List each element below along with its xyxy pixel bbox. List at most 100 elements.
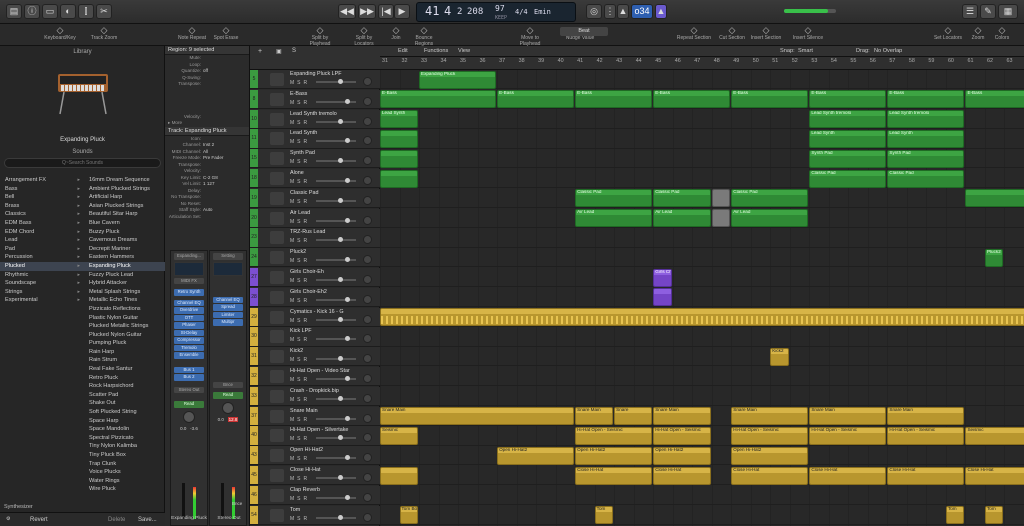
view-menu[interactable]: View — [458, 48, 470, 54]
patch-item[interactable]: Artificial Harp — [84, 193, 165, 202]
region[interactable] — [380, 129, 419, 148]
patch-item[interactable]: Rain Strum — [84, 356, 165, 365]
toolbar-icon[interactable]: ▭ — [42, 4, 58, 19]
plugin-slot[interactable]: Limiter — [213, 311, 243, 318]
track-lanes[interactable]: Expanding Pluck E-Bass E-Bass E-Bass E-Bass E… — [380, 70, 1024, 526]
patch-item[interactable]: Shake Out — [84, 399, 165, 408]
region[interactable]: Expanding Pluck — [419, 70, 497, 89]
nudge-value-select[interactable]: Beat — [560, 27, 608, 36]
mute-solo-record-buttons[interactable]: MSR — [290, 238, 310, 244]
region[interactable]: Girls Ch — [653, 268, 672, 287]
mute-solo-record-buttons[interactable]: MSR — [290, 139, 310, 145]
eq-thumbnail[interactable] — [174, 261, 204, 276]
track-name[interactable]: E-Bass — [290, 91, 378, 97]
track-header[interactable]: 31 Kick2 MSR — [250, 347, 380, 367]
pan-knob[interactable] — [363, 492, 372, 502]
region[interactable]: Tom — [945, 506, 965, 525]
track-name[interactable]: Cymatics - Kick 16 - G — [290, 309, 378, 315]
track-volume-slider[interactable] — [316, 257, 356, 263]
pan-knob[interactable] — [363, 77, 372, 86]
mute-solo-record-buttons[interactable]: MSR — [290, 318, 310, 324]
inspector-icon[interactable]: ⓘ — [24, 4, 40, 19]
cpu-meter[interactable]: o34 — [631, 4, 653, 19]
track-header[interactable]: 23 TRZ-Rus Lead MSR — [250, 228, 380, 248]
patch-item[interactable]: 16mm Dream Sequence — [84, 176, 165, 185]
region[interactable]: Open Hi-Hat2 — [497, 446, 575, 465]
mute-solo-record-buttons[interactable]: MSR — [290, 476, 310, 482]
track-header[interactable]: 19 Classic Pad MSR — [250, 188, 380, 208]
volume-knob[interactable] — [345, 296, 350, 302]
volume-knob[interactable] — [338, 237, 343, 243]
send-slot[interactable]: Bus 2 — [174, 374, 204, 381]
patch-item[interactable]: Soft Plucked String — [84, 408, 165, 417]
pan-knob[interactable] — [183, 410, 195, 423]
instrument-slot[interactable]: Retro Synth — [174, 289, 204, 296]
track-volume-slider[interactable] — [316, 79, 356, 84]
track-volume-slider[interactable] — [316, 277, 356, 282]
bar-ruler[interactable]: 31 32 33 34 35 36 37 38 39 40 41 42 43 44 45 46 47 48 49 50… — [380, 57, 1024, 70]
region[interactable]: Synth Pad — [887, 149, 965, 168]
region[interactable]: Classic Pad — [575, 189, 653, 208]
track-header[interactable]: 24 Pluck2 MSR — [250, 248, 380, 268]
region[interactable]: Close Hi-Hat — [809, 466, 887, 485]
region[interactable]: Synth Pad — [809, 149, 887, 168]
volume-knob[interactable] — [338, 197, 343, 203]
rewind-button[interactable]: ◀◀ — [338, 4, 356, 19]
region[interactable]: Snare Main — [380, 407, 575, 426]
track-lane[interactable] — [380, 327, 1024, 347]
pan-knob[interactable] — [363, 255, 372, 265]
plugin-slot[interactable]: Tremolo — [174, 344, 204, 351]
region[interactable]: Tom Bou — [399, 506, 418, 525]
category-breadcrumb[interactable]: Synthesizer — [4, 504, 33, 510]
region[interactable]: Close Hi-Hat — [731, 466, 809, 485]
region[interactable]: Snare Main — [809, 407, 887, 426]
pan-knob[interactable] — [363, 156, 372, 166]
plugin-slot[interactable]: St-Delay — [174, 329, 204, 336]
track-name[interactable]: Hi-Hat Open - Video Star — [290, 368, 378, 374]
patch-item[interactable]: Ambient Plucked Strings — [84, 185, 165, 194]
patch-item[interactable]: Hybrid Attacker — [84, 279, 165, 288]
patch-item[interactable]: Blue Cavern — [84, 219, 165, 228]
region[interactable]: Hi-Hat Open - Seismic — [731, 426, 809, 445]
region[interactable]: Classic Pad — [809, 169, 887, 188]
midi-fx-slot[interactable]: MIDI FX — [174, 277, 204, 284]
region[interactable]: Air Lead — [653, 209, 711, 228]
track-name[interactable]: Crash - Dropkick.bip — [290, 388, 378, 394]
save-button[interactable]: Save... — [138, 517, 157, 523]
category-item[interactable]: EDM Bass ▸ — [0, 219, 84, 228]
search-input[interactable] — [4, 158, 161, 168]
setting-button-2[interactable]: Setting — [213, 253, 243, 260]
region[interactable]: Lead Synth — [887, 129, 965, 148]
patch-item[interactable]: Pumping Pluck — [84, 339, 165, 348]
patch-item[interactable]: Buzzy Pluck — [84, 228, 165, 237]
mute-solo-record-buttons[interactable]: MSR — [290, 159, 310, 165]
volume-knob[interactable] — [345, 494, 350, 500]
mixer-icon[interactable]: ⫿ — [78, 4, 94, 19]
region[interactable] — [711, 189, 731, 208]
category-item[interactable]: Plucked ▸ — [0, 261, 84, 271]
gear-icon[interactable]: ⚙ — [6, 516, 10, 522]
category-item[interactable]: Bass ▸ — [0, 185, 84, 194]
pan-knob[interactable] — [363, 116, 372, 126]
region[interactable]: Tom — [594, 506, 614, 525]
track-name[interactable]: Expanding Pluck LPF — [290, 71, 378, 77]
pan-knob-2[interactable] — [222, 401, 234, 414]
region[interactable]: Lead Synth tremolo — [887, 110, 965, 129]
mute-solo-record-buttons[interactable]: MSR — [290, 219, 310, 225]
inspector-param[interactable]: Articulation Set: — [165, 214, 249, 221]
toolbar-track-zoom[interactable]: ◇ Track Zoom — [86, 25, 122, 41]
region[interactable]: Snare Main — [731, 407, 809, 426]
track-volume-slider[interactable] — [316, 138, 356, 144]
count-in-icon[interactable]: ⋮ — [604, 4, 616, 19]
volume-knob[interactable] — [345, 217, 350, 223]
patch-item[interactable]: Real Fake Santur — [84, 365, 165, 374]
pan-knob[interactable] — [363, 413, 372, 423]
automation-mode-2[interactable]: Read — [213, 392, 243, 399]
region[interactable]: Open Hi-Hat2 — [731, 446, 809, 465]
pan-knob[interactable] — [363, 314, 372, 324]
track-lane[interactable] — [380, 347, 1024, 367]
plugin-slot[interactable]: Overdrive — [174, 307, 204, 314]
category-item[interactable]: Classics ▸ — [0, 210, 84, 219]
patch-item[interactable]: Pizzicato Reflections — [84, 305, 165, 314]
category-item[interactable]: Experimental ▸ — [0, 296, 84, 305]
